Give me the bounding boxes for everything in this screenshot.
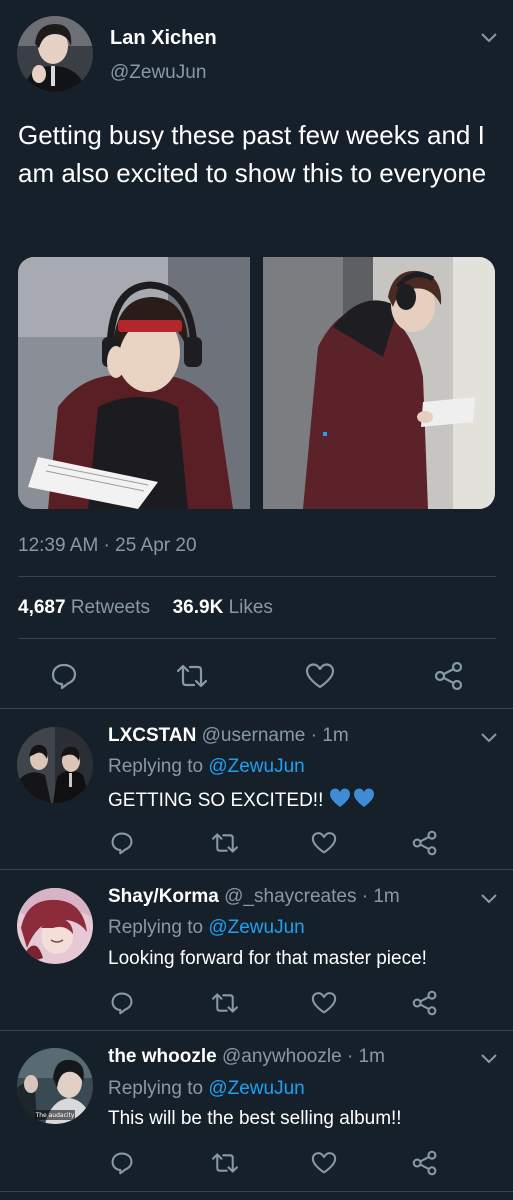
divider xyxy=(0,1030,513,1031)
tweet-timestamp[interactable]: 12:39 AM · 25 Apr 20 xyxy=(18,535,197,557)
author-name[interactable]: Lan Xichen xyxy=(110,27,217,50)
reply-button[interactable] xyxy=(50,662,78,690)
reply-text: This will be the best selling album!! xyxy=(108,1108,402,1129)
avatar-caption: The audacity xyxy=(35,1112,75,1119)
reply-avatar[interactable] xyxy=(17,888,93,964)
retweets-label[interactable]: Retweets xyxy=(71,597,150,618)
likes-label[interactable]: Likes xyxy=(229,597,273,618)
reply-header: Shay/Korma @_shaycreates · 1m xyxy=(108,886,400,908)
replying-prefix: Replying to xyxy=(108,917,204,938)
replying-to-link[interactable]: @ZewuJun xyxy=(208,1078,304,1099)
reply-author-handle[interactable]: @username xyxy=(202,725,306,746)
like-button[interactable] xyxy=(305,662,335,690)
reply-author-name[interactable]: LXCSTAN xyxy=(108,725,196,746)
reply-button[interactable] xyxy=(110,991,134,1015)
share-button[interactable] xyxy=(412,990,438,1016)
divider xyxy=(0,1191,513,1192)
reply-author-name[interactable]: Shay/Korma xyxy=(108,886,219,907)
share-icon xyxy=(412,990,437,1016)
separator: · xyxy=(361,886,369,907)
chevron-down-icon[interactable] xyxy=(481,733,497,743)
reply-author-handle[interactable]: @_shaycreates xyxy=(224,886,356,907)
like-button[interactable] xyxy=(311,991,337,1015)
chevron-down-icon[interactable] xyxy=(481,1054,497,1064)
chevron-down-icon[interactable] xyxy=(481,33,497,43)
tweet-stats: 4,687 Retweets 36.9K Likes xyxy=(18,597,273,619)
retweet-button[interactable] xyxy=(211,991,239,1015)
author-handle[interactable]: @ZewuJun xyxy=(110,62,206,84)
reply-icon xyxy=(111,832,133,855)
replying-prefix: Replying to xyxy=(108,1078,204,1099)
divider xyxy=(0,869,513,870)
reply-time[interactable]: 1m xyxy=(373,886,399,907)
replying-to: Replying to @ZewuJun xyxy=(108,756,305,778)
heart-emoji-icon xyxy=(329,788,374,807)
divider xyxy=(18,576,496,577)
reply-button[interactable] xyxy=(110,831,134,855)
reply-icon xyxy=(51,663,77,690)
likes-count[interactable]: 36.9K xyxy=(173,597,224,618)
share-icon xyxy=(434,661,463,691)
tweet-photo-2[interactable] xyxy=(263,257,495,509)
share-icon xyxy=(412,830,437,856)
reply-icon xyxy=(111,1152,133,1175)
reply-author-name[interactable]: the whoozle xyxy=(108,1046,217,1067)
replying-prefix: Replying to xyxy=(108,756,204,777)
reply-text: Looking forward for that master piece! xyxy=(108,948,427,969)
retweet-button[interactable] xyxy=(211,831,239,855)
tweet-text: Getting busy these past few weeks and I … xyxy=(18,120,487,188)
reply-avatar[interactable] xyxy=(17,727,93,803)
retweet-icon xyxy=(211,1153,239,1173)
share-button[interactable] xyxy=(412,1150,438,1176)
reply-button[interactable] xyxy=(110,1151,134,1175)
separator: · xyxy=(346,1046,354,1067)
reply-header: LXCSTAN @username · 1m xyxy=(108,725,349,747)
reply-avatar[interactable]: The audacity xyxy=(17,1048,93,1124)
retweet-icon xyxy=(211,833,239,853)
heart-emoji-icon xyxy=(329,787,377,815)
reply-icon xyxy=(111,992,133,1015)
reply-author-handle[interactable]: @anywhoozle xyxy=(222,1046,342,1067)
divider xyxy=(18,638,496,639)
retweet-icon xyxy=(211,993,239,1013)
reply-text-content: GETTING SO EXCITED!! xyxy=(108,790,324,811)
replying-to-link[interactable]: @ZewuJun xyxy=(208,917,304,938)
share-button[interactable] xyxy=(434,661,464,691)
author-avatar[interactable] xyxy=(17,16,93,92)
retweet-icon xyxy=(176,664,208,688)
like-button[interactable] xyxy=(311,1151,337,1175)
like-icon xyxy=(311,992,337,1014)
like-icon xyxy=(305,663,335,689)
like-icon xyxy=(311,832,337,854)
retweet-button[interactable] xyxy=(176,662,208,690)
retweets-count[interactable]: 4,687 xyxy=(18,597,66,618)
chevron-down-icon[interactable] xyxy=(481,894,497,904)
like-button[interactable] xyxy=(311,831,337,855)
replying-to: Replying to @ZewuJun xyxy=(108,1078,305,1100)
replying-to-link[interactable]: @ZewuJun xyxy=(208,756,304,777)
share-icon xyxy=(412,1150,437,1176)
reply-header: the whoozle @anywhoozle · 1m xyxy=(108,1046,385,1068)
share-button[interactable] xyxy=(412,830,438,856)
retweet-button[interactable] xyxy=(211,1151,239,1175)
replying-to: Replying to @ZewuJun xyxy=(108,917,305,939)
separator: · xyxy=(310,725,317,746)
reply-time[interactable]: 1m xyxy=(322,725,348,746)
divider xyxy=(0,708,513,709)
like-icon xyxy=(311,1152,337,1174)
reply-time[interactable]: 1m xyxy=(359,1046,385,1067)
tweet-photo-1[interactable] xyxy=(18,257,250,509)
reply-text: GETTING SO EXCITED!! xyxy=(108,787,377,815)
